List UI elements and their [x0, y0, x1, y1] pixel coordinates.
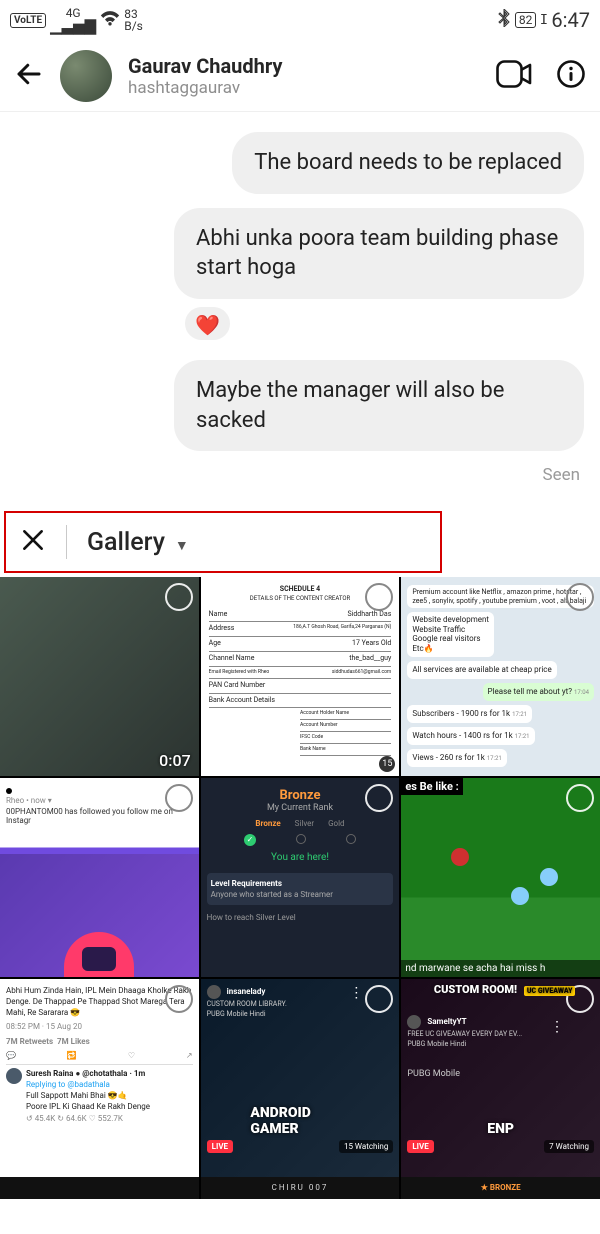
- chat-header: Gaurav Chaudhry hashtaggaurav: [0, 40, 600, 112]
- gallery-grid: 0:07 SCHEDULE 4 DETAILS OF THE CONTENT C…: [0, 577, 600, 1177]
- tutorial-highlight: [4, 511, 442, 573]
- avatar[interactable]: [60, 50, 112, 102]
- message-row[interactable]: The board needs to be replaced: [16, 132, 584, 194]
- gallery-tile[interactable]: insanelady CUSTOM ROOM LIBRARY. PUBG Mob…: [201, 979, 400, 1178]
- mobile-signal-icon: 4G ▁▃▅▇: [50, 7, 96, 34]
- gallery-tile[interactable]: Premium account like Netflix , amazon pr…: [401, 577, 600, 776]
- bluetooth-icon: [497, 9, 511, 31]
- battery-indicator: 82: [515, 12, 537, 28]
- select-circle-icon[interactable]: [165, 583, 193, 611]
- gallery-tile[interactable]: Rheo • now ▾ 00PHANTOM00 has followed yo…: [0, 778, 199, 977]
- status-bar: VoLTE 4G ▁▃▅▇ 83 B/s 82 ⵊ 6:47: [0, 0, 600, 40]
- gallery-tile[interactable]: ★ BRONZE: [401, 1177, 600, 1199]
- message-list: The board needs to be replaced Abhi unka…: [0, 112, 600, 493]
- gallery-tile[interactable]: SCHEDULE 4 DETAILS OF THE CONTENT CREATO…: [201, 577, 400, 776]
- gallery-tile[interactable]: es Be like : nd marwane se acha hai miss…: [401, 778, 600, 977]
- name-block[interactable]: Gaurav Chaudhry hashtaggaurav: [128, 54, 480, 98]
- back-icon[interactable]: [14, 59, 44, 93]
- username: hashtaggaurav: [128, 78, 480, 98]
- gallery-grid-partial: CHIRU 007 ★ BRONZE: [0, 1177, 600, 1199]
- gallery-picker-bar: Gallery ▼: [0, 507, 600, 577]
- wifi-icon: [100, 10, 120, 30]
- video-duration: 0:07: [159, 751, 191, 770]
- select-circle-icon[interactable]: [165, 985, 193, 1013]
- message-bubble: The board needs to be replaced: [232, 132, 584, 194]
- display-name: Gaurav Chaudhry: [128, 54, 480, 78]
- message-bubble: Abhi unka poora team building phase star…: [174, 208, 584, 299]
- select-circle-icon[interactable]: [165, 784, 193, 812]
- select-circle-icon[interactable]: [566, 784, 594, 812]
- net-speed: 83 B/s: [124, 8, 143, 32]
- live-badge: LIVE: [407, 1140, 433, 1153]
- gallery-tile[interactable]: 0:07: [0, 577, 199, 776]
- gallery-tile[interactable]: CHIRU 007: [201, 1177, 400, 1199]
- message-bubble: Maybe the manager will also be sacked: [174, 360, 584, 451]
- volte-badge: VoLTE: [10, 13, 46, 28]
- clock: 6:47: [551, 8, 590, 32]
- live-badge: LIVE: [207, 1140, 233, 1153]
- reaction-heart[interactable]: ❤️: [185, 307, 230, 340]
- message-row[interactable]: Abhi unka poora team building phase star…: [16, 208, 584, 299]
- gallery-tile[interactable]: Bronze My Current Rank Bronze Silver Gol…: [201, 778, 400, 977]
- info-icon[interactable]: [556, 59, 586, 93]
- gallery-tile[interactable]: [0, 1177, 199, 1199]
- seen-indicator: Seen: [16, 465, 584, 485]
- video-call-icon[interactable]: [496, 60, 532, 92]
- gallery-tile[interactable]: CUSTOM ROOM! UC GIVEAWAY SameltyYT FREE …: [401, 979, 600, 1178]
- select-circle-icon[interactable]: [365, 985, 393, 1013]
- gallery-tile[interactable]: Abhi Hum Zinda Hain, IPL Mein Dhaaga Kho…: [0, 979, 199, 1178]
- count-badge: 15: [379, 756, 395, 772]
- message-row[interactable]: Maybe the manager will also be sacked: [16, 360, 584, 451]
